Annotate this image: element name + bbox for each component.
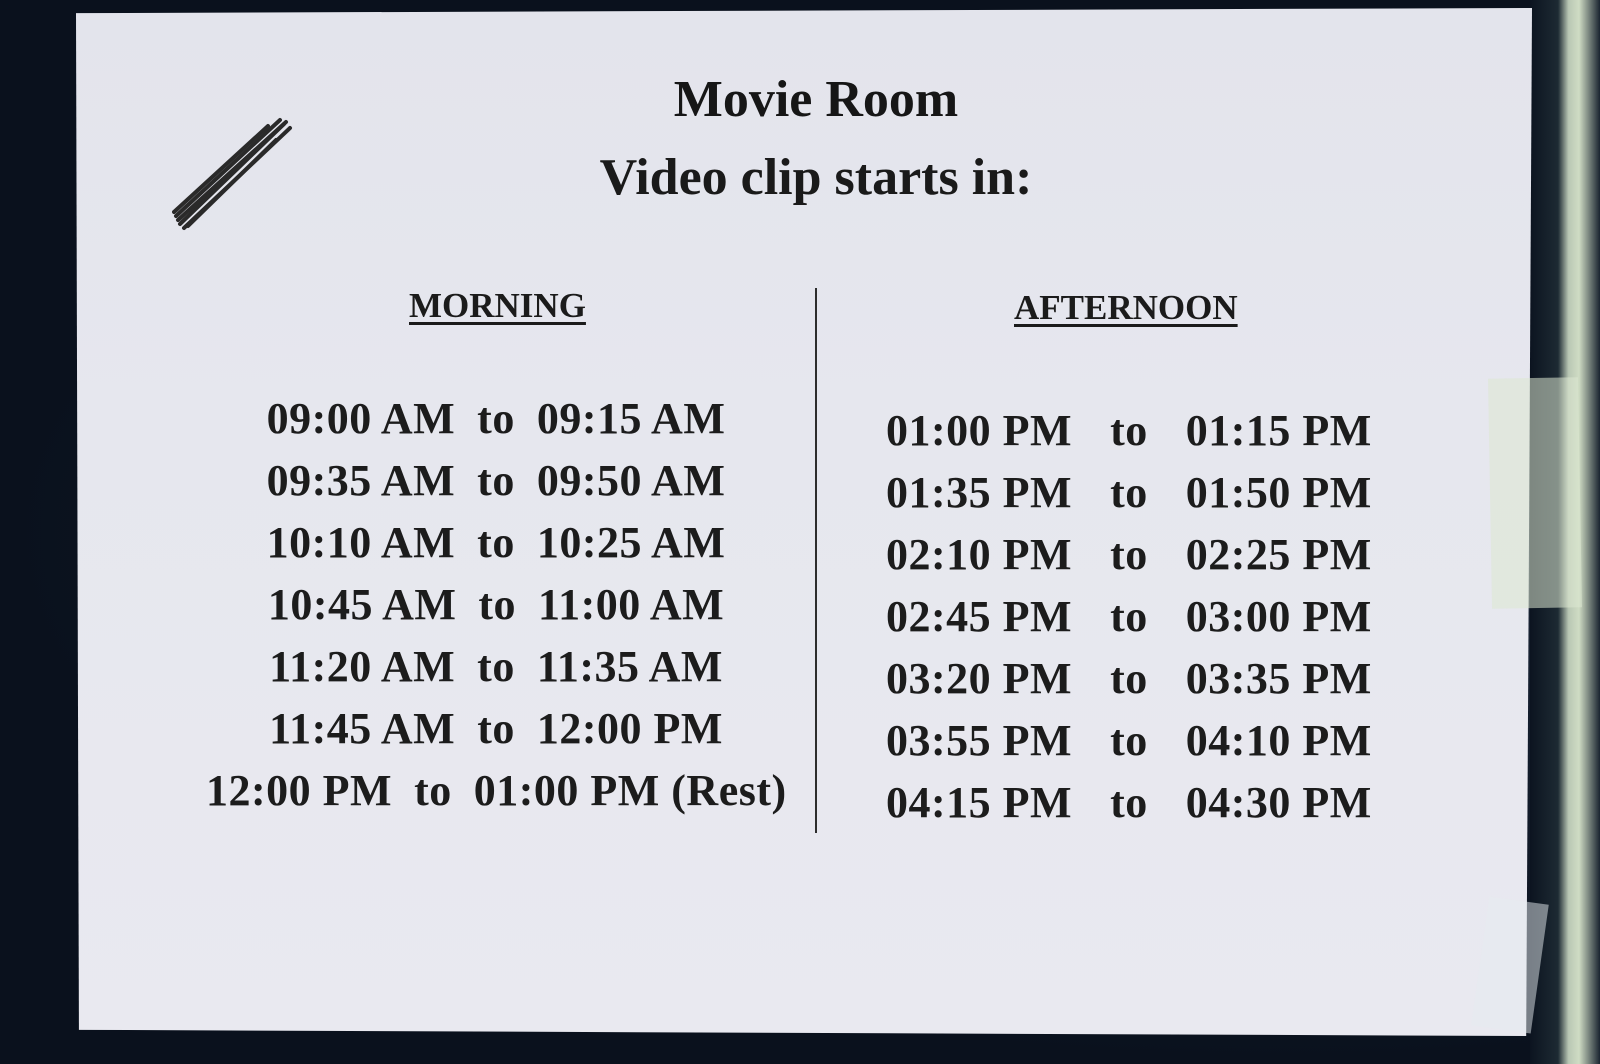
end-time: 01:50 PM [1185, 468, 1372, 517]
to-separator: to [1110, 406, 1148, 455]
to-separator: to [477, 704, 515, 753]
start-time: 02:10 PM [886, 530, 1073, 579]
start-time: 12:00 PM [206, 766, 393, 815]
notice-subtitle: Video clip starts in: [599, 149, 1033, 206]
schedule-row: 11:20 AM to 11:35 AM [206, 636, 786, 698]
start-time: 04:15 PM [886, 778, 1073, 827]
start-time: 09:35 AM [266, 456, 456, 505]
start-time: 03:55 PM [886, 716, 1073, 765]
end-time: 10:25 AM [536, 518, 726, 567]
start-time: 01:35 PM [886, 468, 1073, 517]
to-separator: to [477, 456, 515, 505]
to-separator: to [1110, 468, 1148, 517]
end-time: 12:00 PM [536, 704, 723, 753]
to-separator: to [1110, 654, 1148, 703]
end-time: 01:15 PM [1185, 406, 1372, 455]
end-time: 09:15 AM [536, 394, 726, 443]
end-time: 11:00 AM [538, 580, 725, 629]
to-separator: to [1110, 716, 1148, 765]
start-time: 10:10 AM [266, 518, 456, 567]
end-time: 11:35 AM [536, 642, 723, 691]
schedule-row: 10:10 AM to 10:25 AM [206, 512, 786, 574]
morning-heading: MORNING [409, 286, 586, 325]
to-separator: to [477, 642, 515, 691]
schedule-row-rest: 12:00 PM to 01:00 PM (Rest) [206, 760, 786, 822]
to-separator: to [477, 394, 515, 443]
end-time: 02:25 PM [1185, 530, 1372, 579]
schedule-row: 03:55 PM to 04:10 PM [886, 710, 1386, 772]
to-separator: to [477, 518, 515, 567]
start-time: 01:00 PM [886, 406, 1073, 455]
afternoon-schedule: 01:00 PM to 01:15 PM 01:35 PM to 01:50 PM 02… [886, 400, 1386, 834]
start-time: 09:00 AM [266, 394, 456, 443]
end-time: 04:10 PM [1185, 716, 1372, 765]
to-separator: to [478, 580, 517, 629]
schedule-row: 04:15 PM to 04:30 PM [886, 772, 1386, 834]
schedule-row: 09:35 AM to 09:50 AM [206, 450, 786, 512]
start-time: 11:45 AM [269, 704, 456, 753]
tape-strip [1487, 377, 1583, 609]
start-time: 02:45 PM [886, 592, 1073, 641]
end-time: 03:35 PM [1185, 654, 1372, 703]
notice-title: Movie Room [673, 71, 959, 128]
to-separator: to [1110, 778, 1148, 827]
schedule-row: 03:20 PM to 03:35 PM [886, 648, 1386, 710]
to-separator: to [1110, 592, 1148, 641]
printed-notice: Movie Room Video clip starts in: MORNING… [76, 8, 1532, 1036]
end-time: 09:50 AM [536, 456, 726, 505]
to-separator: to [1110, 530, 1148, 579]
schedule-row: 01:35 PM to 01:50 PM [886, 462, 1386, 524]
schedule-row: 02:10 PM to 02:25 PM [886, 524, 1386, 586]
schedule-row: 09:00 AM to 09:15 AM [206, 388, 786, 450]
end-time: 04:30 PM [1185, 778, 1372, 827]
start-time: 11:20 AM [269, 642, 456, 691]
end-time: 01:00 PM (Rest) [473, 766, 787, 815]
schedule-row: 01:00 PM to 01:15 PM [886, 400, 1386, 462]
afternoon-heading: AFTERNOON [1014, 288, 1238, 327]
schedule-row: 10:45 AM to 11:00 AM [206, 574, 786, 636]
start-time: 03:20 PM [886, 654, 1073, 703]
to-separator: to [414, 766, 452, 815]
column-divider [815, 288, 817, 833]
schedule-row: 02:45 PM to 03:00 PM [886, 586, 1386, 648]
start-time: 10:45 AM [267, 580, 457, 629]
schedule-row: 11:45 AM to 12:00 PM [206, 698, 786, 760]
end-time: 03:00 PM [1185, 592, 1372, 641]
morning-schedule: 09:00 AM to 09:15 AM 09:35 AM to 09:50 AM 10… [206, 388, 786, 822]
